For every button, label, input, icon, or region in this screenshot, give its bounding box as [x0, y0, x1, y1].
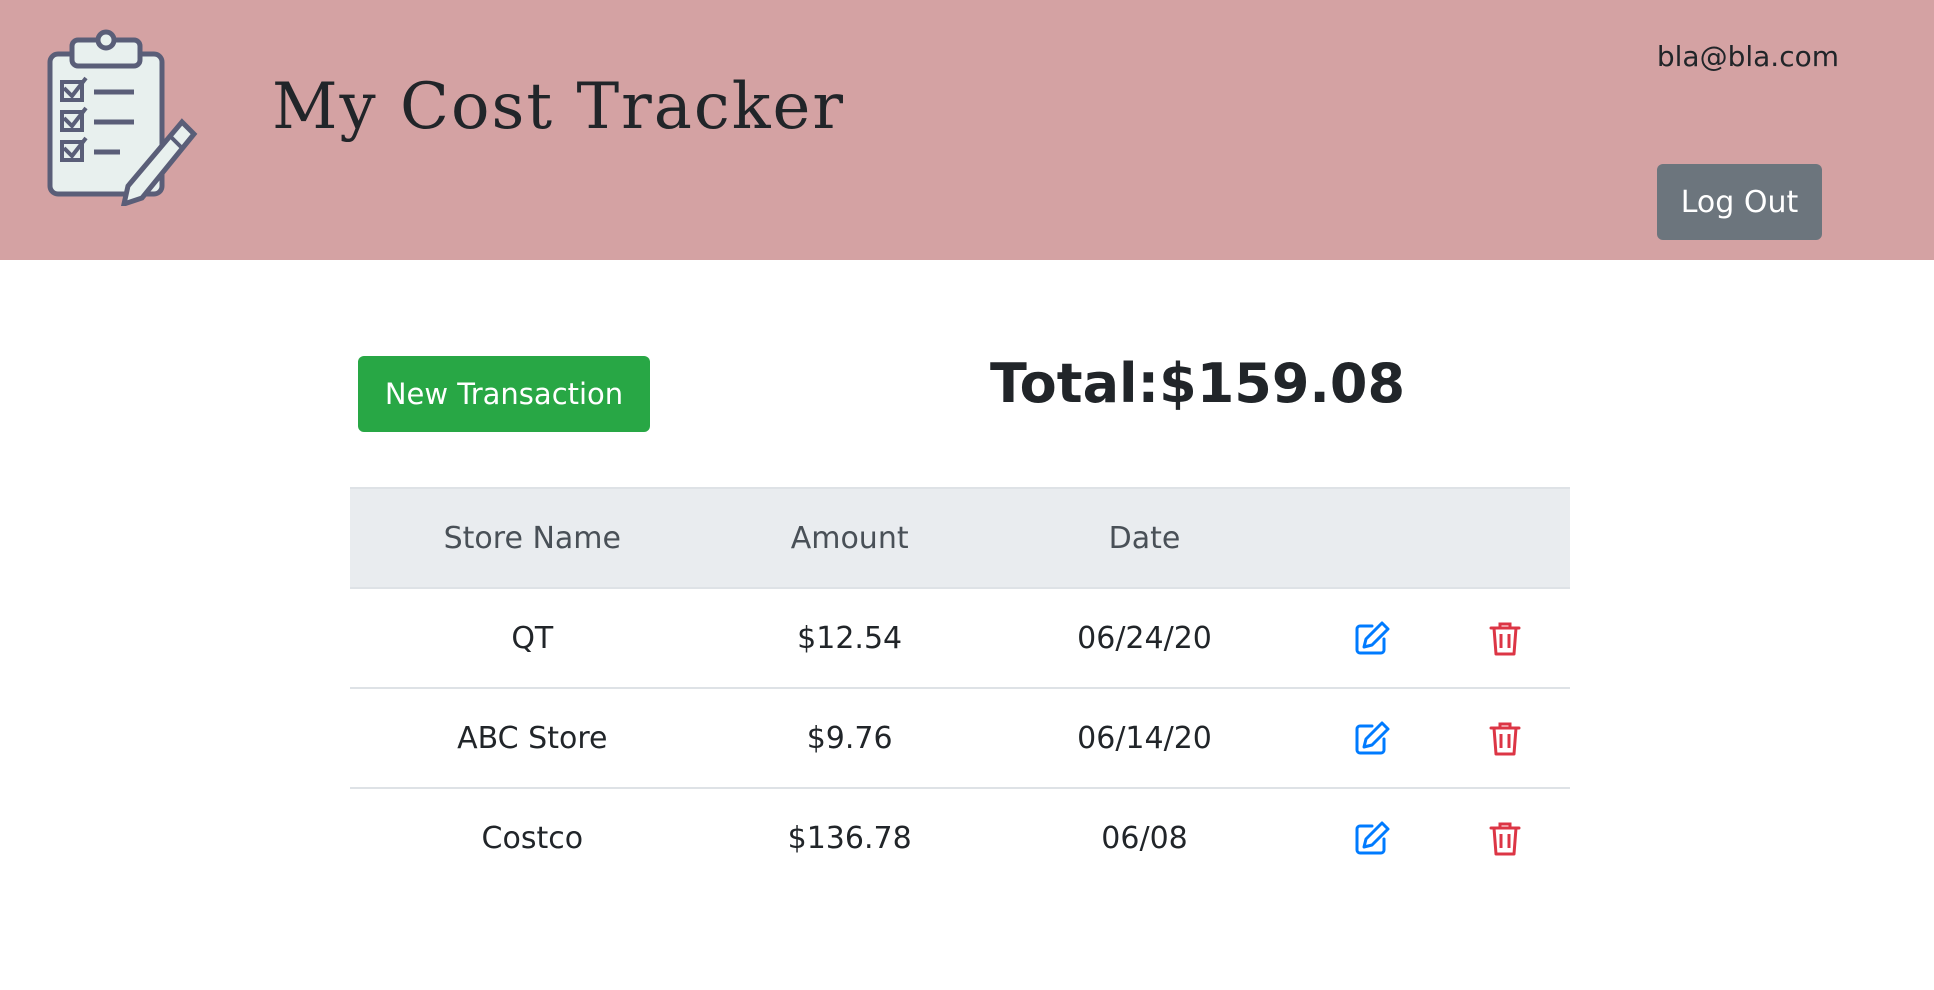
- edit-icon[interactable]: [1352, 718, 1392, 758]
- row-edit-cell: [1304, 588, 1440, 689]
- row-edit-cell: [1304, 788, 1439, 887]
- row-delete-cell: [1439, 588, 1570, 689]
- trash-icon[interactable]: [1485, 818, 1525, 858]
- app-title: My Cost Tracker: [272, 70, 845, 144]
- row-store-name: Costco: [481, 820, 584, 856]
- logout-button[interactable]: Log Out: [1657, 164, 1822, 240]
- trash-icon[interactable]: [1485, 718, 1525, 758]
- row-date: 06/24/20: [984, 588, 1305, 689]
- app-header: My Cost Tracker bla@bla.com Log Out: [0, 0, 1934, 260]
- table-row: ABC Store $9.76 06/14/20: [350, 688, 1570, 789]
- row-amount: $12.54: [714, 588, 985, 689]
- edit-icon[interactable]: [1352, 618, 1392, 658]
- row-date: 06/14/20: [984, 688, 1305, 789]
- row-store-name: ABC Store: [350, 688, 715, 789]
- row-edit-cell: [1304, 688, 1440, 789]
- table-row: Costco $136.78 06/08: [350, 788, 1570, 887]
- column-header-amount: Amount: [714, 487, 985, 589]
- clipboard-checklist-logo-icon: [47, 29, 198, 206]
- total-amount: Total:$159.08: [990, 352, 1406, 415]
- row-date: 06/08: [1101, 820, 1188, 856]
- column-header-edit: [1304, 487, 1440, 589]
- row-store-name: QT: [350, 588, 715, 689]
- table-row: QT $12.54 06/24/20: [350, 588, 1570, 689]
- table-header-row: Store Name Amount Date: [350, 487, 1570, 589]
- transactions-table: Store Name Amount Date QT $12.54 06/24/2…: [350, 487, 1570, 887]
- new-transaction-button[interactable]: New Transaction: [358, 356, 650, 432]
- row-amount: $136.78: [787, 820, 912, 856]
- edit-icon[interactable]: [1352, 818, 1392, 858]
- column-header-delete: [1439, 487, 1570, 589]
- row-amount: $9.76: [714, 688, 985, 789]
- row-delete-cell: [1439, 688, 1570, 789]
- row-delete-cell: [1439, 788, 1570, 887]
- user-email: bla@bla.com: [1656, 40, 1839, 73]
- column-header-store: Store Name: [350, 487, 715, 589]
- column-header-date: Date: [984, 487, 1305, 589]
- trash-icon[interactable]: [1485, 618, 1525, 658]
